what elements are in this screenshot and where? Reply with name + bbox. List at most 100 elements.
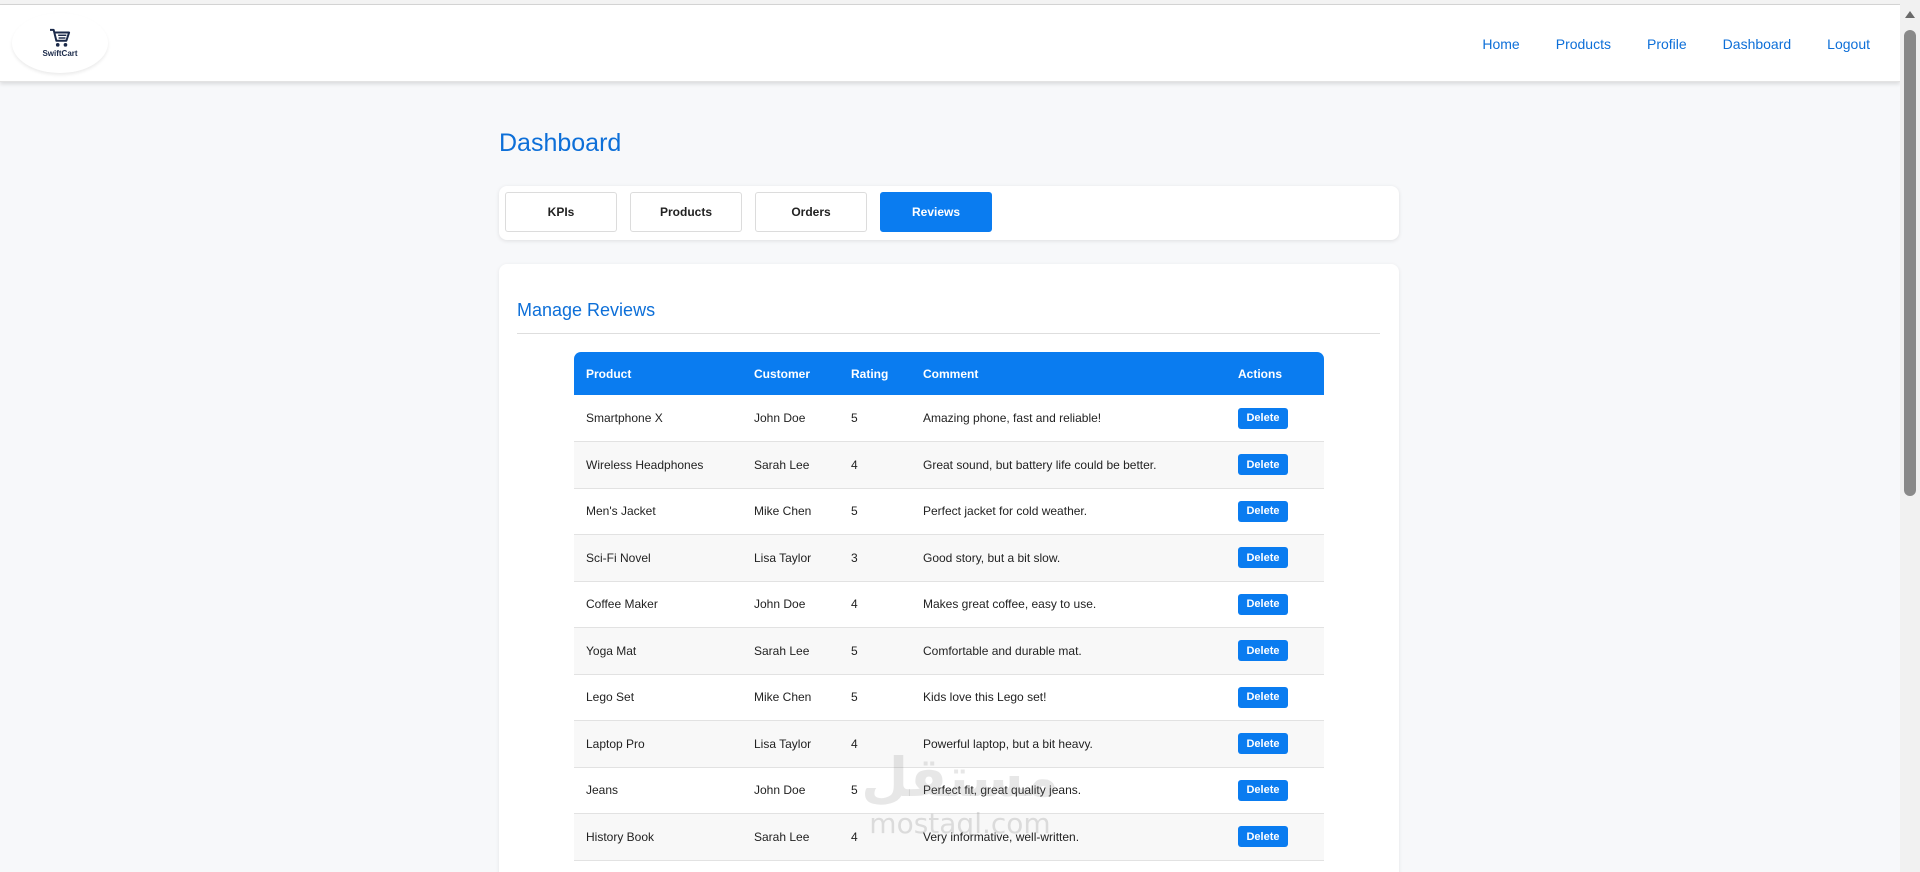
cell-customer: Lisa Taylor: [742, 720, 839, 768]
table-row: Coffee Maker John Doe 4 Makes great coff…: [574, 581, 1324, 628]
tab-products[interactable]: Products: [630, 192, 742, 232]
cell-comment: Great sound, but battery life could be b…: [911, 441, 1226, 489]
section-divider: [517, 333, 1380, 334]
nav-link-dashboard[interactable]: Dashboard: [1723, 36, 1792, 52]
delete-button[interactable]: Delete: [1238, 826, 1288, 848]
page-title: Dashboard: [499, 129, 622, 157]
cell-product: History Book: [574, 813, 742, 861]
delete-button[interactable]: Delete: [1238, 640, 1288, 662]
table-row: Smartphone X John Doe 5 Amazing phone, f…: [574, 395, 1324, 442]
cell-rating: 4: [839, 813, 911, 861]
cell-actions: Delete: [1226, 627, 1324, 675]
cell-actions: Delete: [1226, 488, 1324, 535]
cell-product: Yoga Mat: [574, 627, 742, 675]
delete-button[interactable]: Delete: [1238, 547, 1288, 569]
table-row: Sci-Fi Novel Lisa Taylor 3 Good story, b…: [574, 534, 1324, 582]
cell-customer: Mike Chen: [742, 488, 839, 535]
tab-reviews[interactable]: Reviews: [880, 192, 992, 232]
cell-comment: Powerful laptop, but a bit heavy.: [911, 720, 1226, 768]
cell-rating: 3: [839, 534, 911, 582]
cell-actions: Delete: [1226, 720, 1324, 768]
cell-product: Sci-Fi Novel: [574, 534, 742, 582]
column-header-comment: Comment: [911, 352, 1226, 395]
cell-comment: Perfect fit, great quality jeans.: [911, 767, 1226, 814]
cell-comment: Amazing phone, fast and reliable!: [911, 395, 1226, 442]
scrollbar-thumb[interactable]: [1904, 30, 1916, 496]
delete-button[interactable]: Delete: [1238, 733, 1288, 755]
brand-name: SwiftCart: [42, 49, 78, 58]
cell-rating: 5: [839, 674, 911, 721]
column-header-actions: Actions: [1226, 352, 1324, 395]
table-row: History Book Sarah Lee 4 Very informativ…: [574, 813, 1324, 861]
cell-product: Smartphone X: [574, 395, 742, 442]
tab-orders[interactable]: Orders: [755, 192, 867, 232]
cell-customer: John Doe: [742, 395, 839, 442]
vertical-scrollbar[interactable]: [1900, 0, 1920, 872]
brand-logo[interactable]: SwiftCart: [12, 13, 108, 73]
cell-product: Jeans: [574, 767, 742, 814]
cell-comment: Very informative, well-written.: [911, 813, 1226, 861]
column-header-rating: Rating: [839, 352, 911, 395]
delete-button[interactable]: Delete: [1238, 407, 1288, 429]
cell-actions: Delete: [1226, 534, 1324, 582]
table-header-row: Product Customer Rating Comment Actions: [574, 352, 1324, 395]
cell-customer: John Doe: [742, 767, 839, 814]
nav-link-logout[interactable]: Logout: [1827, 36, 1870, 52]
shopping-cart-icon: [50, 28, 71, 47]
cell-product: Men's Jacket: [574, 488, 742, 535]
table-row: Yoga Mat Sarah Lee 5 Comfortable and dur…: [574, 627, 1324, 675]
cell-actions: Delete: [1226, 813, 1324, 861]
delete-button[interactable]: Delete: [1238, 500, 1288, 522]
cell-rating: 5: [839, 767, 911, 814]
nav-link-profile[interactable]: Profile: [1647, 36, 1687, 52]
nav-link-products[interactable]: Products: [1556, 36, 1611, 52]
cell-actions: Delete: [1226, 674, 1324, 721]
cell-product: Coffee Maker: [574, 581, 742, 628]
cell-rating: 5: [839, 488, 911, 535]
delete-button[interactable]: Delete: [1238, 593, 1288, 615]
cell-rating: 5: [839, 395, 911, 442]
table-row: Men's Jacket Mike Chen 5 Perfect jacket …: [574, 488, 1324, 535]
cell-product: Laptop Pro: [574, 720, 742, 768]
column-header-customer: Customer: [742, 352, 839, 395]
cell-comment: Makes great coffee, easy to use.: [911, 581, 1226, 628]
cell-actions: Delete: [1226, 441, 1324, 489]
tab-kpis[interactable]: KPIs: [505, 192, 617, 232]
delete-button[interactable]: Delete: [1238, 686, 1288, 708]
main-nav: Home Products Profile Dashboard Logout: [1446, 5, 1870, 82]
navbar: SwiftCart Home Products Profile Dashboar…: [0, 5, 1900, 82]
cell-customer: Sarah Lee: [742, 627, 839, 675]
dashboard-tabs: KPIs Products Orders Reviews: [499, 186, 1399, 240]
cell-product: Wireless Headphones: [574, 441, 742, 489]
cell-actions: Delete: [1226, 581, 1324, 628]
reviews-panel: Manage Reviews Product Customer Rating C…: [499, 264, 1399, 872]
cell-product: Lego Set: [574, 674, 742, 721]
cell-comment: Perfect jacket for cold weather.: [911, 488, 1226, 535]
cell-rating: 4: [839, 581, 911, 628]
cell-customer: Sarah Lee: [742, 813, 839, 861]
delete-button[interactable]: Delete: [1238, 779, 1288, 801]
table-row: Lego Set Mike Chen 5 Kids love this Lego…: [574, 674, 1324, 721]
cell-actions: Delete: [1226, 395, 1324, 442]
arrow-up-icon[interactable]: [1905, 11, 1915, 18]
cell-customer: Sarah Lee: [742, 441, 839, 489]
table-row: Jeans John Doe 5 Perfect fit, great qual…: [574, 767, 1324, 814]
cell-comment: Comfortable and durable mat.: [911, 627, 1226, 675]
cell-rating: 4: [839, 441, 911, 489]
cell-comment: Kids love this Lego set!: [911, 674, 1226, 721]
cell-customer: Lisa Taylor: [742, 534, 839, 582]
cell-customer: John Doe: [742, 581, 839, 628]
table-row: Laptop Pro Lisa Taylor 4 Powerful laptop…: [574, 720, 1324, 768]
cell-rating: 5: [839, 627, 911, 675]
section-title: Manage Reviews: [517, 300, 656, 320]
cell-rating: 4: [839, 720, 911, 768]
nav-link-home[interactable]: Home: [1482, 36, 1519, 52]
cell-actions: Delete: [1226, 767, 1324, 814]
cell-comment: Good story, but a bit slow.: [911, 534, 1226, 582]
delete-button[interactable]: Delete: [1238, 454, 1288, 476]
reviews-table-wrapper: Product Customer Rating Comment Actions …: [574, 352, 1324, 861]
cell-customer: Mike Chen: [742, 674, 839, 721]
table-row: Wireless Headphones Sarah Lee 4 Great so…: [574, 441, 1324, 489]
column-header-product: Product: [574, 352, 742, 395]
reviews-table: Product Customer Rating Comment Actions …: [574, 352, 1324, 861]
